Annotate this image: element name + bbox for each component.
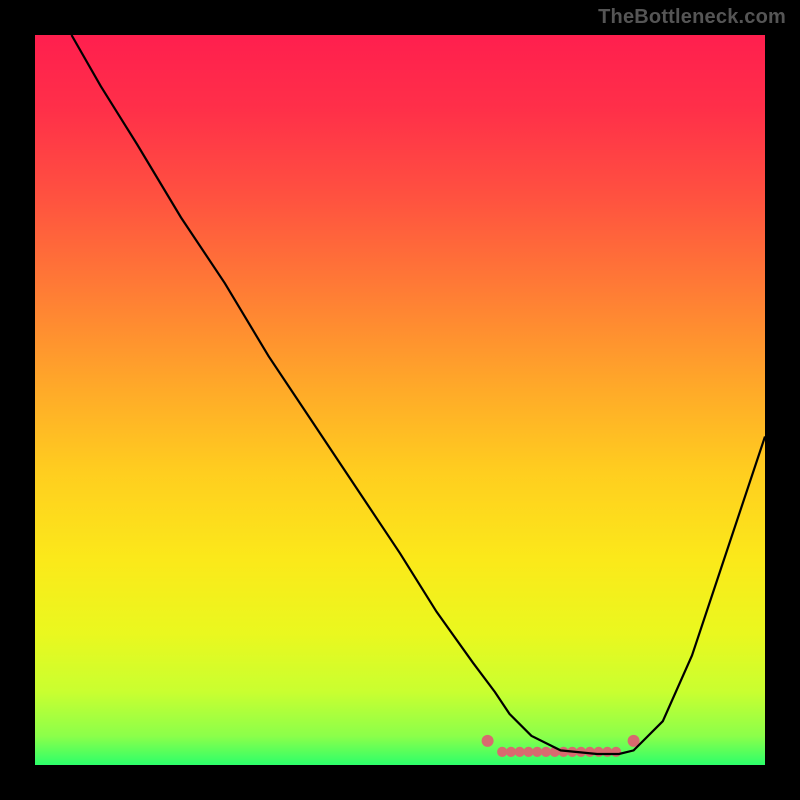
plot-svg <box>35 35 765 765</box>
watermark-text: TheBottleneck.com <box>598 6 786 29</box>
gradient-background <box>35 35 765 765</box>
chart-stage: TheBottleneck.com <box>0 0 800 800</box>
plot-area <box>35 35 765 765</box>
